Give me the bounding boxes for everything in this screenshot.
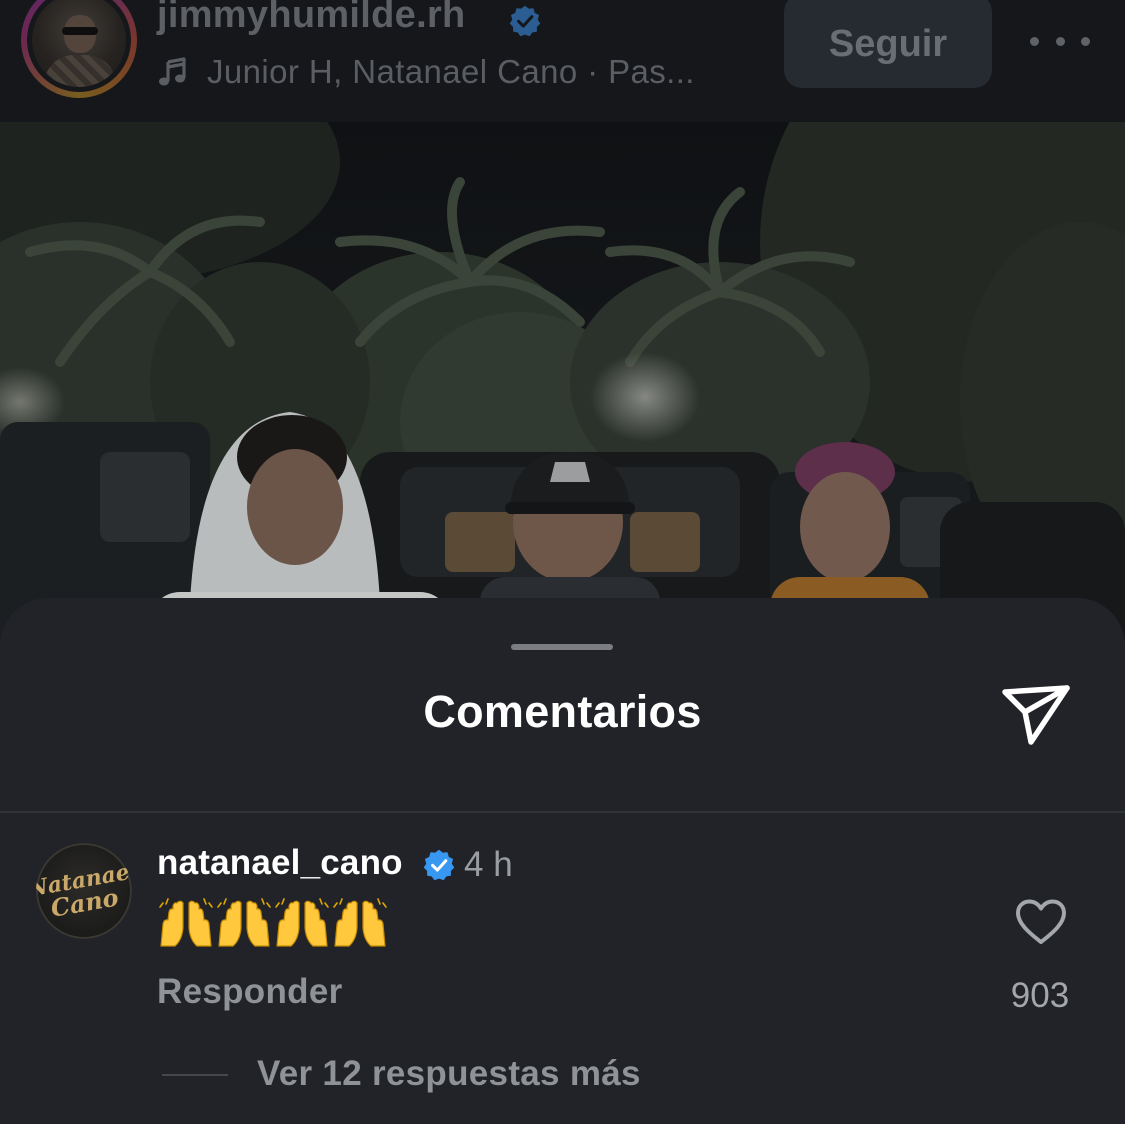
music-text: Junior H, Natanael Cano · Pas...	[207, 53, 695, 90]
post-screen: jimmyhumilde.rh Junior H, Natanael Cano …	[0, 0, 1125, 1124]
comment-time: 4 h	[464, 845, 513, 884]
like-count: 903	[1010, 976, 1070, 1015]
view-replies-button[interactable]: Ver 12 respuestas más	[257, 1054, 641, 1094]
avatar-inner-border	[27, 0, 131, 92]
more-dot	[1030, 36, 1039, 46]
comment-username[interactable]: natanael_cano	[157, 843, 403, 883]
natanael-cano-logo: Natanael Cano	[36, 843, 132, 939]
avatar-glasses	[62, 27, 98, 35]
comment-text	[157, 898, 389, 948]
avatar-shirt	[44, 55, 116, 87]
avatar-image	[32, 0, 126, 87]
heart-icon[interactable]	[1014, 898, 1068, 946]
profile-avatar[interactable]	[21, 0, 137, 98]
reply-button[interactable]: Responder	[157, 972, 343, 1012]
comments-sheet: Comentarios Natanael Cano natanael_cano …	[0, 598, 1125, 1124]
share-icon[interactable]	[1000, 682, 1072, 748]
sheet-divider	[0, 811, 1125, 813]
more-dot	[1081, 36, 1090, 46]
follow-button[interactable]: Seguir	[784, 0, 992, 88]
comment-avatar[interactable]: Natanael Cano	[36, 843, 132, 939]
more-options-icon[interactable]	[1030, 26, 1090, 56]
verified-badge-icon	[423, 849, 455, 881]
replies-connector-line	[162, 1074, 228, 1076]
raising-hands-icon	[333, 898, 387, 947]
sheet-grabber[interactable]	[511, 644, 613, 650]
raising-hands-icon	[275, 898, 329, 947]
raising-hands-icon	[159, 898, 213, 947]
music-attribution[interactable]: Junior H, Natanael Cano · Pas...	[157, 50, 695, 94]
post-header: jimmyhumilde.rh Junior H, Natanael Cano …	[0, 0, 1125, 122]
verified-badge-icon	[509, 5, 541, 37]
more-dot	[1055, 36, 1065, 46]
raising-hands-icon	[217, 898, 271, 947]
sheet-title: Comentarios	[423, 686, 702, 737]
post-username[interactable]: jimmyhumilde.rh	[157, 0, 466, 37]
music-note-icon	[159, 57, 186, 86]
